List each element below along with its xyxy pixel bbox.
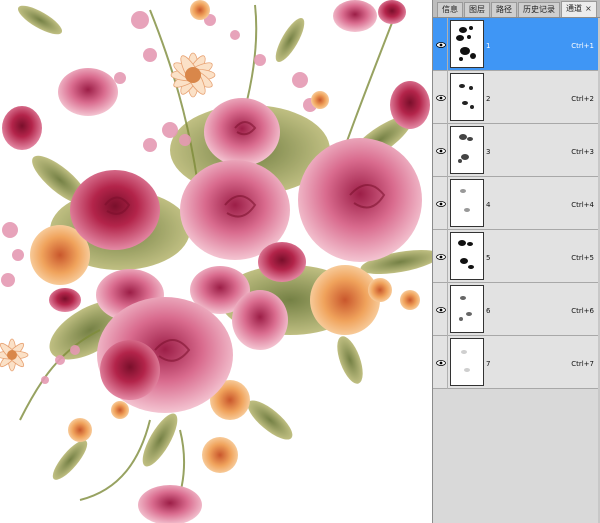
tab-layers[interactable]: 图层 [464,2,490,17]
eye-icon[interactable] [434,18,448,71]
channel-thumbnail [450,20,484,68]
floral-artwork [0,0,432,523]
channel-name: 3 [486,148,491,156]
close-icon[interactable]: × [585,4,592,13]
eye-icon[interactable] [434,283,448,336]
channel-name: 6 [486,307,491,315]
channel-name: 4 [486,201,491,209]
eye-icon[interactable] [434,124,448,177]
image-canvas[interactable] [0,0,432,523]
channel-name: 7 [486,360,491,368]
eye-icon[interactable] [434,177,448,230]
tab-paths-label: 路径 [496,5,512,14]
channel-row-5[interactable]: 5 Ctrl+5 [433,230,600,283]
channel-thumbnail [450,232,484,280]
channels-panel: 信息 图层 路径 历史记录 通道 × 1 Ctrl+1 2 Ctrl+2 3 C… [432,0,600,523]
channel-shortcut: Ctrl+7 [571,360,594,368]
channel-list: 1 Ctrl+1 2 Ctrl+2 3 Ctrl+3 4 Ctrl+4 5 Ct… [433,18,600,389]
tab-info[interactable]: 信息 [437,2,463,17]
channel-thumbnail [450,179,484,227]
channel-thumbnail [450,126,484,174]
channel-row-7[interactable]: 7 Ctrl+7 [433,336,600,389]
tab-info-label: 信息 [442,5,458,14]
tab-history-label: 历史记录 [523,5,555,14]
tab-channels-label: 通道 [566,4,582,13]
channel-shortcut: Ctrl+4 [571,201,594,209]
channel-shortcut: Ctrl+5 [571,254,594,262]
eye-icon[interactable] [434,71,448,124]
channel-shortcut: Ctrl+3 [571,148,594,156]
channel-name: 1 [486,42,491,50]
channel-thumbnail [450,338,484,386]
tab-layers-label: 图层 [469,5,485,14]
eye-icon[interactable] [434,336,448,389]
channel-row-6[interactable]: 6 Ctrl+6 [433,283,600,336]
channel-thumbnail [450,285,484,333]
tab-history[interactable]: 历史记录 [518,2,560,17]
tab-channels[interactable]: 通道 × [561,1,597,17]
channel-row-3[interactable]: 3 Ctrl+3 [433,124,600,177]
channel-thumbnail [450,73,484,121]
channel-shortcut: Ctrl+2 [571,95,594,103]
channel-shortcut: Ctrl+1 [571,42,594,50]
channel-shortcut: Ctrl+6 [571,307,594,315]
channel-row-2[interactable]: 2 Ctrl+2 [433,71,600,124]
tab-paths[interactable]: 路径 [491,2,517,17]
channel-name: 5 [486,254,491,262]
channel-name: 2 [486,95,491,103]
channel-row-1[interactable]: 1 Ctrl+1 [433,18,600,71]
eye-icon[interactable] [434,230,448,283]
panel-tab-bar: 信息 图层 路径 历史记录 通道 × [433,0,600,18]
channel-row-4[interactable]: 4 Ctrl+4 [433,177,600,230]
